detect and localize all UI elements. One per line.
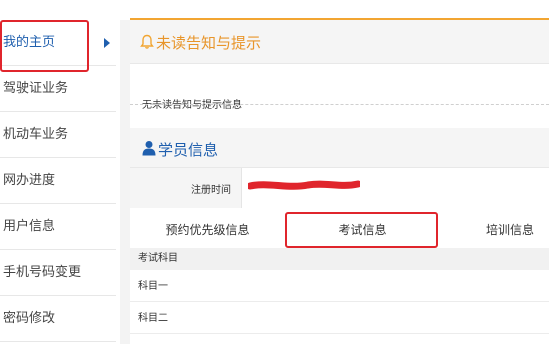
sidebar-item-vehicle[interactable]: 机动车业务	[0, 112, 116, 158]
sidebar-item-label: 用户信息	[3, 219, 56, 234]
student-panel: 学员信息	[130, 128, 549, 168]
student-title: 学员信息	[158, 141, 219, 159]
sidebar-item-label: 密码修改	[3, 311, 56, 326]
highlight-box-home	[0, 20, 89, 72]
redaction-scribble	[248, 180, 360, 190]
sidebar-item-label: 手机号码变更	[3, 265, 82, 280]
bell-icon	[140, 34, 154, 49]
registration-label-cell: 注册时间	[130, 168, 242, 208]
sidebar-item-label: 机动车业务	[3, 127, 69, 142]
tab-label: 预约优先级信息	[165, 223, 250, 237]
registration-time-label: 注册时间	[191, 185, 231, 196]
table-row: 科目一	[130, 272, 549, 302]
user-icon	[142, 141, 156, 156]
notice-panel-header: 未读告知与提示	[130, 20, 549, 64]
tab-label: 培训信息	[485, 223, 534, 237]
sidebar-item-driving-license[interactable]: 驾驶证业务	[0, 66, 116, 112]
highlight-box-exam-tab	[285, 212, 438, 248]
tab-appointment-priority[interactable]: 预约优先级信息	[130, 210, 285, 250]
student-panel-header: 学员信息	[130, 128, 549, 168]
table-header: 考试科目	[130, 248, 549, 270]
sidebar-item-label: 驾驶证业务	[3, 81, 69, 96]
sidebar-item-password[interactable]: 密码修改	[0, 296, 116, 342]
sidebar-item-label: 网办进度	[3, 173, 56, 188]
sidebar-item-progress[interactable]: 网办进度	[0, 158, 116, 204]
notice-title: 未读告知与提示	[156, 34, 262, 52]
sidebar-item-user-info[interactable]: 用户信息	[0, 204, 116, 250]
notice-panel: 未读告知与提示	[130, 20, 549, 104]
registration-row: 注册时间	[130, 168, 549, 208]
tab-training-info[interactable]: 培训信息	[460, 210, 549, 250]
content-gutter	[120, 20, 130, 344]
table-row: 科目二	[130, 304, 549, 334]
top-bar	[0, 0, 549, 20]
registration-time-value-redacted	[248, 180, 360, 192]
sidebar-item-phone-change[interactable]: 手机号码变更	[0, 250, 116, 296]
top-accent-stripe	[130, 0, 549, 20]
divider	[130, 104, 549, 105]
arrow-right-icon	[104, 38, 110, 48]
